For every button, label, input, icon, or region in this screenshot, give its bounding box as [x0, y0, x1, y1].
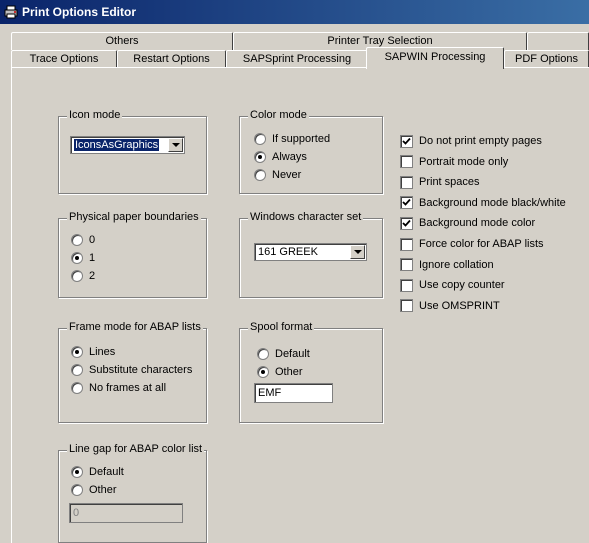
radio-label: Default [275, 348, 310, 360]
do-not-print-empty-pages-checkbox[interactable]: Do not print empty pages [400, 133, 542, 149]
frame-mode-none-radio[interactable]: No frames at all [71, 380, 166, 396]
charset-value: 161 GREEK [258, 246, 318, 258]
chevron-down-icon[interactable] [350, 245, 365, 259]
color-mode-always-radio[interactable]: Always [254, 149, 307, 165]
checkbox-label: Print spaces [419, 176, 480, 189]
checkbox-label: Background mode color [419, 217, 536, 230]
checkbox-label: Background mode black/white [419, 196, 566, 209]
color-mode-never-radio[interactable]: Never [254, 167, 301, 183]
radio-icon [254, 169, 266, 181]
checkbox-box [400, 237, 413, 251]
checkbox-label: Portrait mode only [419, 155, 509, 168]
tab-label: Others [105, 35, 139, 47]
radio-label: 0 [89, 234, 96, 246]
radio-label: Default [89, 466, 124, 478]
charset-legend: Windows character set [248, 211, 364, 223]
radio-label: Never [272, 169, 302, 181]
checkbox-label: Do not print empty pages [419, 135, 542, 147]
charset-dropdown[interactable]: 161 GREEK [254, 243, 367, 261]
checkbox-box [400, 155, 413, 169]
line-gap-other-radio[interactable]: Other [71, 482, 117, 498]
printer-icon [4, 5, 18, 19]
print-spaces-checkbox[interactable]: Print spaces [400, 174, 480, 190]
paper-boundaries-2-radio[interactable]: 2 [71, 268, 95, 284]
radio-icon [71, 364, 83, 376]
paper-boundaries-1-radio[interactable]: 1 [71, 250, 95, 266]
radio-label: Lines [89, 346, 116, 358]
checkbox-box [400, 299, 413, 313]
use-copy-counter-checkbox[interactable]: Use copy counter [400, 277, 505, 293]
icon-mode-legend: Icon mode [67, 109, 123, 121]
checkmark-icon [400, 134, 413, 148]
tab-label: Restart Options [133, 53, 210, 65]
paper-boundaries-0-radio[interactable]: 0 [71, 232, 95, 248]
tab-label: SAPSprint Processing [242, 53, 352, 65]
tab-label: SAPWIN Processing [384, 51, 486, 63]
radio-label: No frames at all [89, 382, 167, 394]
spool-format-other-input[interactable]: EMF [254, 383, 333, 403]
icon-mode-dropdown[interactable]: IconsAsGraphics [70, 136, 185, 154]
radio-label: Other [89, 484, 117, 496]
background-mode-color-checkbox[interactable]: Background mode color [400, 215, 535, 231]
radio-icon [71, 484, 83, 496]
spool-format-default-radio[interactable]: Default [257, 346, 310, 362]
checkmark-icon [400, 216, 413, 230]
tab-others[interactable]: Others [11, 32, 233, 50]
use-omsprint-checkbox[interactable]: Use OMSPRINT [400, 298, 500, 314]
checkbox-box [400, 175, 413, 189]
radio-selected-icon [71, 466, 83, 478]
checkmark-icon [400, 196, 413, 210]
radio-selected-icon [71, 252, 83, 264]
checkbox-label: Force color for ABAP lists [419, 238, 544, 250]
background-mode-bw-checkbox[interactable]: Background mode black/white [400, 195, 566, 211]
color-mode-legend: Color mode [248, 109, 309, 121]
radio-label: If supported [272, 133, 331, 145]
portrait-mode-only-checkbox[interactable]: Portrait mode only [400, 154, 508, 170]
radio-selected-icon [257, 366, 269, 378]
tab-label: PDF Options [515, 53, 578, 65]
checkbox-label: Use copy counter [419, 279, 505, 292]
tab-pdf-options[interactable]: PDF Options [504, 50, 589, 68]
spool-format-other-radio[interactable]: Other [257, 364, 303, 380]
tab-label: Printer Tray Selection [327, 35, 433, 47]
radio-icon [71, 382, 83, 394]
checkbox-box [400, 278, 413, 292]
radio-icon [257, 348, 269, 360]
checkbox-box [400, 258, 413, 272]
radio-selected-icon [71, 346, 83, 358]
radio-label: Always [272, 151, 307, 163]
color-mode-if-supported-radio[interactable]: If supported [254, 131, 330, 147]
tab-label: Trace Options [29, 53, 99, 65]
radio-selected-icon [254, 151, 266, 163]
title-bar: Print Options Editor [0, 0, 589, 24]
icon-mode-group: Icon mode [58, 109, 207, 194]
frame-mode-substitute-radio[interactable]: Substitute characters [71, 362, 192, 378]
radio-label: Substitute characters [89, 364, 193, 376]
radio-icon [254, 133, 266, 145]
tab-sapsprint-processing[interactable]: SAPSprint Processing [226, 50, 368, 68]
line-gap-legend: Line gap for ABAP color list [67, 443, 205, 455]
radio-label: Other [275, 366, 303, 378]
window-title: Print Options Editor [22, 5, 136, 19]
ignore-collation-checkbox[interactable]: Ignore collation [400, 257, 494, 273]
frame-mode-lines-radio[interactable]: Lines [71, 344, 115, 360]
tab-trace-options[interactable]: Trace Options [11, 50, 117, 68]
line-gap-default-radio[interactable]: Default [71, 464, 124, 480]
radio-icon [71, 234, 83, 246]
checkbox-label: Ignore collation [419, 258, 494, 271]
paper-boundaries-legend: Physical paper boundaries [67, 211, 201, 223]
tab-more[interactable] [527, 32, 589, 50]
force-color-abap-lists-checkbox[interactable]: Force color for ABAP lists [400, 236, 544, 252]
radio-icon [71, 270, 83, 282]
icon-mode-value: IconsAsGraphics [72, 138, 161, 152]
chevron-down-icon[interactable] [168, 138, 183, 152]
spool-format-legend: Spool format [248, 321, 315, 333]
radio-label: 2 [89, 270, 96, 282]
tab-restart-options[interactable]: Restart Options [117, 50, 226, 68]
radio-label: 1 [89, 252, 96, 264]
line-gap-other-input: 0 [69, 503, 183, 523]
checkbox-label: Use OMSPRINT [419, 299, 500, 312]
tab-sapwin-processing[interactable]: SAPWIN Processing [366, 47, 504, 69]
frame-mode-legend: Frame mode for ABAP lists [67, 321, 203, 333]
